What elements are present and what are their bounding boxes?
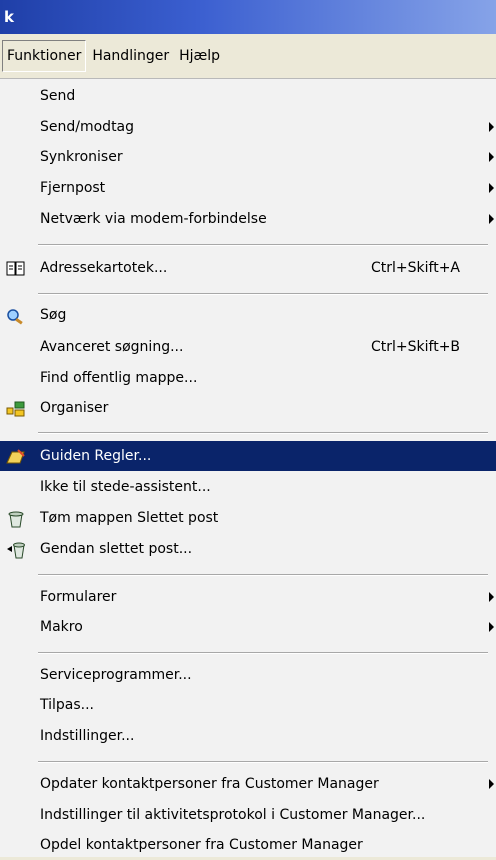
- menu-item-dialup[interactable]: Netværk via modem-forbindelse: [0, 204, 496, 234]
- menu-item-label: Synkroniser: [40, 149, 123, 165]
- submenu-arrow-icon: [489, 592, 494, 602]
- menu-item-advanced-search[interactable]: Avanceret søgning... Ctrl+Skift+B: [0, 332, 496, 362]
- submenu-arrow-icon: [489, 622, 494, 632]
- menu-item-out-of-office[interactable]: Ikke til stede-assistent...: [0, 472, 496, 502]
- menu-separator: [38, 432, 488, 434]
- submenu-arrow-icon: [489, 779, 494, 789]
- menu-item-send[interactable]: Send: [0, 81, 496, 111]
- menu-item-remote-mail[interactable]: Fjernpost: [0, 173, 496, 203]
- menu-item-label: Fjernpost: [40, 180, 106, 196]
- menu-separator: [38, 244, 488, 246]
- menu-item-label: Gendan slettet post...: [40, 541, 193, 557]
- menu-item-label: Guiden Regler...: [40, 448, 152, 464]
- menu-item-label: Opdater kontaktpersoner fra Customer Man…: [40, 776, 379, 792]
- menu-separator: [38, 761, 488, 763]
- menu-item-send-receive[interactable]: Send/modtag: [0, 112, 496, 142]
- menu-item-label: Indstillinger til aktivitetsprotokol i C…: [40, 807, 426, 823]
- menu-item-recover-deleted[interactable]: Gendan slettet post...: [0, 534, 496, 564]
- menu-item-synchronize[interactable]: Synkroniser: [0, 142, 496, 172]
- menu-item-label: Organiser: [40, 400, 109, 416]
- menu-funktioner[interactable]: Funktioner: [2, 40, 87, 72]
- menubar: Funktioner Handlinger Hjælp: [0, 34, 496, 78]
- window-title: k: [4, 8, 14, 26]
- menu-item-label: Tøm mappen Slettet post: [40, 510, 219, 526]
- submenu-arrow-icon: [489, 214, 494, 224]
- menu-item-label: Indstillinger...: [40, 728, 135, 744]
- trash-icon: [6, 509, 26, 528]
- menu-item-share-contacts[interactable]: Opdel kontaktpersoner fra Customer Manag…: [0, 830, 496, 860]
- shortcut-label: Ctrl+Skift+B: [371, 339, 461, 355]
- menu-item-organize[interactable]: Organiser: [0, 393, 496, 423]
- menu-item-tools[interactable]: Serviceprogrammer...: [0, 660, 496, 690]
- submenu-arrow-icon: [489, 122, 494, 132]
- menu-item-label: Find offentlig mappe...: [40, 370, 198, 386]
- menu-item-label: Søg: [40, 307, 67, 323]
- menu-item-update-contacts[interactable]: Opdater kontaktpersoner fra Customer Man…: [0, 769, 496, 799]
- menu-item-activity-log-settings[interactable]: Indstillinger til aktivitetsprotokol i C…: [0, 800, 496, 830]
- shortcut-label: Ctrl+Skift+A: [371, 260, 461, 276]
- recover-trash-icon: [6, 540, 26, 559]
- menu-handlinger[interactable]: Handlinger: [88, 41, 173, 71]
- menu-separator: [38, 574, 488, 576]
- menu-item-rules-wizard[interactable]: Guiden Regler...: [0, 441, 496, 471]
- menu-item-label: Netværk via modem-forbindelse: [40, 211, 267, 227]
- menu-item-customize[interactable]: Tilpas...: [0, 690, 496, 720]
- menu-item-options[interactable]: Indstillinger...: [0, 721, 496, 751]
- menu-item-label: Adressekartotek...: [40, 260, 168, 276]
- menu-separator: [38, 652, 488, 654]
- menu-item-label: Makro: [40, 619, 83, 635]
- menu-item-find-public-folder[interactable]: Find offentlig mappe...: [0, 363, 496, 393]
- menu-item-label: Tilpas...: [40, 697, 95, 713]
- window-titlebar: k: [0, 0, 496, 34]
- search-icon: [6, 306, 26, 325]
- menu-item-label: Avanceret søgning...: [40, 339, 184, 355]
- menu-item-forms[interactable]: Formularer: [0, 582, 496, 612]
- organize-icon: [6, 399, 26, 417]
- address-book-icon: [6, 259, 26, 277]
- menu-item-label: Send/modtag: [40, 119, 135, 135]
- submenu-arrow-icon: [489, 183, 494, 193]
- menu-item-label: Opdel kontaktpersoner fra Customer Manag…: [40, 837, 363, 853]
- menu-separator: [38, 293, 488, 295]
- menu-item-macro[interactable]: Makro: [0, 612, 496, 642]
- menu-item-label: Serviceprogrammer...: [40, 667, 192, 683]
- funktioner-dropdown: Send Send/modtag Synkroniser Fjernpost N…: [0, 78, 496, 857]
- menu-item-label: Formularer: [40, 589, 117, 605]
- menu-item-empty-deleted[interactable]: Tøm mappen Slettet post: [0, 503, 496, 533]
- menu-item-address-book[interactable]: Adressekartotek... Ctrl+Skift+A: [0, 253, 496, 283]
- menu-item-search[interactable]: Søg: [0, 300, 496, 330]
- menu-item-label: Send: [40, 88, 76, 104]
- rules-wizard-icon: [6, 447, 26, 465]
- menu-hjaelp[interactable]: Hjælp: [175, 41, 224, 71]
- menu-item-label: Ikke til stede-assistent...: [40, 479, 211, 495]
- submenu-arrow-icon: [489, 152, 494, 162]
